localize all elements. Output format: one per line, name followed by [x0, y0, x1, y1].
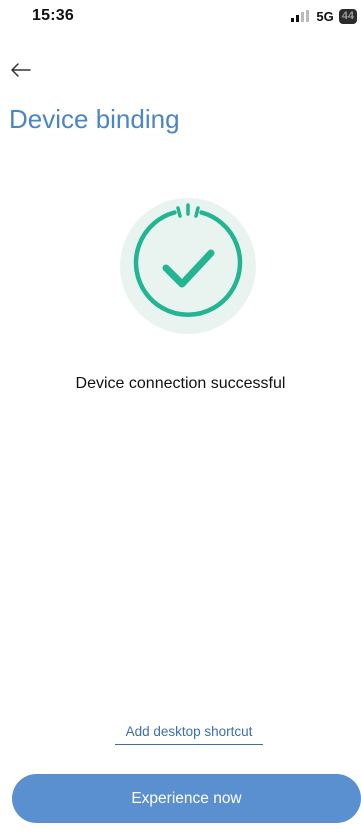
signal-icon [291, 10, 310, 22]
status-indicators: 5G 44 [291, 8, 357, 24]
page-title: Device binding [9, 104, 180, 134]
check-circle-icon [120, 198, 256, 334]
status-time: 15:36 [32, 7, 74, 24]
status-bar: 15:36 5G 44 [0, 0, 361, 30]
back-button[interactable] [8, 57, 34, 83]
arrow-left-icon [11, 63, 31, 77]
battery-icon: 44 [338, 8, 357, 24]
add-desktop-shortcut-link[interactable]: Add desktop shortcut [115, 724, 263, 745]
experience-now-button[interactable]: Experience now [12, 774, 361, 823]
success-message: Device connection successful [75, 375, 286, 392]
network-label: 5G [316, 8, 334, 24]
success-graphic [118, 196, 258, 336]
